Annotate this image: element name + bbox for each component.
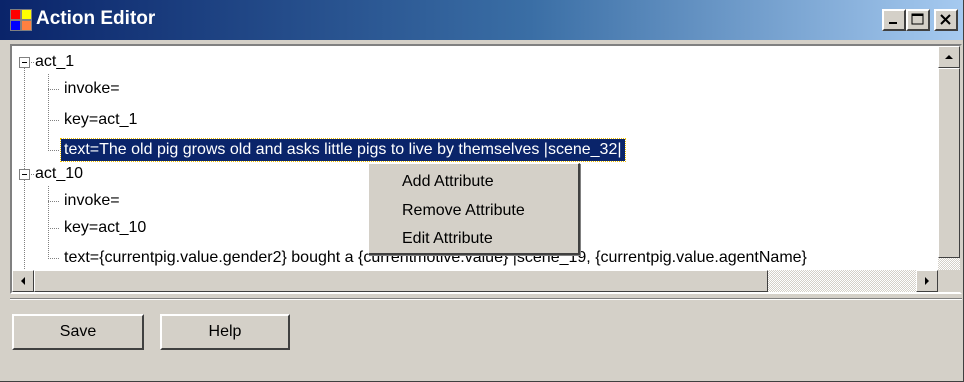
tree-node-act-10[interactable]: act_10 <box>32 163 86 185</box>
menu-item-edit-attribute[interactable]: Edit Attribute <box>372 224 576 254</box>
minus-box-icon <box>22 174 27 175</box>
save-button[interactable]: Save <box>12 314 144 350</box>
scroll-right-button[interactable] <box>916 270 938 292</box>
arrow-up-icon <box>945 55 953 59</box>
scrollbar-corner <box>938 270 960 292</box>
menu-item-remove-attribute[interactable]: Remove Attribute <box>372 196 576 226</box>
scroll-left-button[interactable] <box>12 270 34 292</box>
window-title: Action Editor <box>36 8 156 29</box>
collapse-act-10-toggle[interactable] <box>19 169 30 180</box>
context-menu: Add Attribute Remove Attribute Edit Attr… <box>368 163 580 255</box>
collapse-act-1-toggle[interactable] <box>19 57 30 68</box>
vertical-scroll-thumb[interactable] <box>938 68 960 258</box>
close-icon <box>940 14 951 25</box>
minus-box-icon <box>22 62 27 63</box>
scroll-up-button[interactable] <box>938 46 960 68</box>
horizontal-scroll-thumb[interactable] <box>34 270 768 292</box>
minimize-button[interactable] <box>882 9 906 31</box>
arrow-left-icon <box>21 277 25 285</box>
tree-node-act-1[interactable]: act_1 <box>32 51 77 73</box>
help-button[interactable]: Help <box>160 314 290 350</box>
menu-item-add-attribute[interactable]: Add Attribute <box>372 167 576 197</box>
close-button[interactable] <box>934 9 958 31</box>
arrow-right-icon <box>925 277 929 285</box>
tree-node-act-1-invoke[interactable]: invoke= <box>61 78 123 100</box>
minimize-icon <box>889 22 897 24</box>
horizontal-scrollbar[interactable] <box>12 270 938 292</box>
tree-node-act-10-key[interactable]: key=act_10 <box>61 217 149 239</box>
maximize-button[interactable] <box>906 9 930 31</box>
title-bar[interactable]: Action Editor <box>0 0 963 40</box>
divider <box>10 298 962 300</box>
vertical-scrollbar[interactable] <box>938 46 960 270</box>
tree-node-act-1-text[interactable]: text=The old pig grows old and asks litt… <box>60 138 626 162</box>
maximize-icon <box>911 13 924 25</box>
tree-node-act-1-key[interactable]: key=act_1 <box>61 109 140 131</box>
app-window-icon <box>10 9 32 31</box>
action-editor-window: Action Editor act_1 invoke= key=act_1 te… <box>0 0 964 382</box>
tree-node-act-10-invoke[interactable]: invoke= <box>61 190 123 212</box>
